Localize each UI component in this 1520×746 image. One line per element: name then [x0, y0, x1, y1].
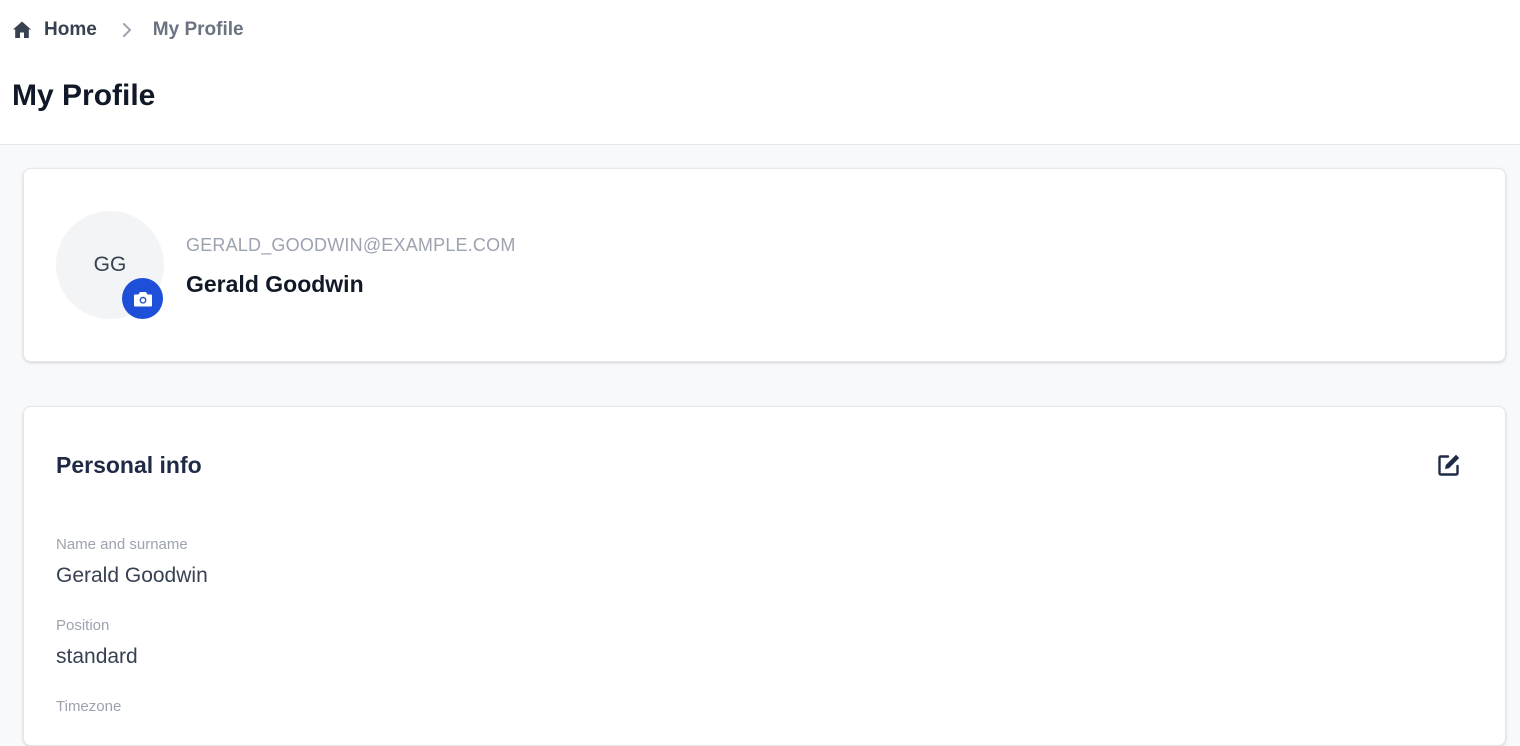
field-label-name: Name and surname: [56, 536, 188, 553]
field-label-timezone: Timezone: [56, 698, 122, 715]
page-title: My Profile: [12, 79, 156, 112]
profile-email: GERALD_GOODWIN@EXAMPLE.COM: [186, 235, 516, 255]
personal-info-title: Personal info: [56, 452, 202, 478]
breadcrumb-home-label: Home: [44, 19, 97, 40]
home-icon: [13, 21, 31, 38]
page-header: Home My Profile My Profile: [0, 0, 1520, 145]
profile-name: Gerald Goodwin: [186, 271, 364, 297]
change-photo-button[interactable]: [122, 278, 163, 319]
breadcrumb: Home My Profile: [12, 18, 244, 42]
breadcrumb-home-link[interactable]: Home: [12, 19, 97, 41]
chevron-right-icon: [122, 23, 131, 37]
camera-icon: [133, 291, 152, 306]
personal-info-card: Personal info Name and surname Gerald Go…: [23, 406, 1506, 746]
field-label-position: Position: [56, 617, 110, 634]
breadcrumb-current: My Profile: [152, 19, 244, 40]
edit-personal-info-button[interactable]: [1434, 451, 1464, 479]
field-value-position: standard: [56, 645, 138, 668]
edit-icon: [1438, 454, 1460, 476]
field-value-name: Gerald Goodwin: [56, 564, 208, 587]
profile-card: GG GERALD_GOODWIN@EXAMPLE.COM Gerald Goo…: [23, 168, 1506, 362]
avatar-initials: GG: [93, 253, 127, 276]
